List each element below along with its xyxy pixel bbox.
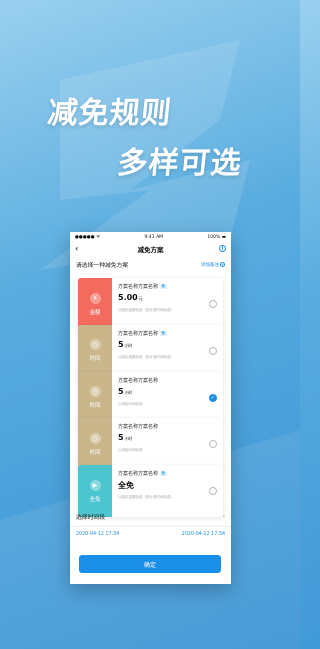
plan-value-number: 5 (118, 433, 124, 443)
plan-value-unit: 小时 (124, 436, 133, 442)
section-prompt: 请选择一种减免方案 (76, 263, 129, 269)
info-icon[interactable]: i (219, 245, 226, 252)
radio-unchecked-icon[interactable] (209, 487, 217, 496)
plan-value-unit: 元 (138, 296, 143, 301)
plan-card[interactable]: ¥ 金额 方案名称方案名称备 5.00元以固定金额收费（按计费时间收费） (78, 278, 223, 330)
plan-note: 以固定金额收费（按计费时间收费） (118, 495, 174, 500)
signal-indicator: ●●●●● ᯤ (75, 235, 101, 240)
plan-badge: 备 (160, 284, 167, 289)
plan-card[interactable]: ◷ 时间 方案名称方案名称备 5小时以固定金额收费（按计费时间收费） (78, 324, 223, 377)
plan-type-tile: ¥ 金额 (78, 278, 112, 330)
nav-bar: ‹ 减免方案 i (70, 242, 231, 256)
plan-type-label: 时间 (89, 356, 101, 363)
app-screen: { "promo": { "line1": "减免规则", "line2": "… (0, 0, 300, 649)
phone-frame: ●●●●● ᯤ 9:41 AM 100% ▬ ‹ 减免方案 i 请选择一种减免方… (70, 232, 231, 584)
plan-name: 方案名称方案名称备 (118, 470, 167, 477)
page-title: 减免方案 (137, 246, 164, 254)
add-note-button[interactable]: 添加备注 + (201, 262, 225, 268)
radio-checked-icon[interactable]: ✓ (209, 393, 217, 402)
plan-name-text: 方案名称方案名称 (118, 471, 159, 478)
clock-icon: ◷ (89, 339, 101, 351)
battery-indicator: 100% ▬ (207, 234, 226, 240)
plan-note: 以固定金额收费（按计费时间收费） (118, 308, 174, 312)
plan-value-number: 5.00 (118, 293, 138, 302)
radio-unchecked-icon[interactable] (209, 346, 217, 355)
yuan-icon: ¥ (89, 292, 101, 304)
plan-type-label: 时间 (89, 449, 101, 456)
plan-note: 以减免时间收费 (118, 448, 143, 453)
radio-unchecked-icon[interactable] (209, 440, 217, 449)
plan-value-number: 5 (118, 339, 124, 349)
plan-badge: 备 (160, 330, 167, 336)
plan-badge: 备 (160, 471, 167, 477)
promo-headline-1: 减免规则 (45, 96, 174, 131)
status-time: 9:41 AM (144, 234, 164, 240)
plan-type-label: 全免 (89, 496, 101, 503)
plan-name: 方案名称方案名称 (118, 377, 158, 384)
plan-note: 以固定金额收费（按计费时间收费） (118, 354, 174, 359)
plan-value: 5小时 (118, 340, 132, 349)
plan-card[interactable]: ◷ 时间 方案名称方案名称 5小时以减免时间收费 (78, 418, 223, 471)
plan-name-text: 方案名称方案名称 (118, 424, 159, 431)
plan-name: 方案名称方案名称备 (118, 330, 167, 337)
plan-note: 以减免时间收费 (118, 401, 143, 406)
back-icon[interactable]: ‹ (75, 244, 78, 253)
plan-name: 方案名称方案名称备 (118, 283, 167, 290)
section-header: 请选择一种减免方案 添加备注 + (70, 256, 231, 272)
plan-type-tile: ◷ 时间 (78, 418, 112, 471)
radio-unchecked-icon[interactable] (209, 300, 217, 308)
plan-type-label: 金额 (89, 309, 101, 316)
confirm-button[interactable]: 确定 (79, 555, 221, 573)
plan-type-label: 时间 (89, 403, 101, 410)
add-note-label: 添加备注 (201, 262, 219, 268)
plan-type-tile: ◷ 时间 (78, 324, 112, 377)
clock-icon: ◷ (89, 432, 101, 444)
plan-value: 5.00元 (118, 293, 143, 302)
plan-value-number: 全免 (118, 481, 134, 491)
clock-icon: ◷ (89, 386, 101, 398)
chevron-right-icon: › (222, 513, 225, 520)
plan-card[interactable]: ◷ 时间 方案名称方案名称 5小时以减免时间收费 ✓ (78, 371, 223, 424)
end-date[interactable]: 2020-04-12 17:34 (182, 532, 225, 537)
promo-headline-2: 多样可选 (115, 146, 244, 181)
start-date[interactable]: 2020-04-12 17:34 (76, 532, 119, 537)
plus-circle-icon: + (220, 262, 225, 267)
plan-name: 方案名称方案名称 (118, 423, 158, 430)
plan-name-text: 方案名称方案名称 (118, 284, 159, 290)
date-range: 2020-04-12 17:34 2020-04-12 17:34 (70, 532, 231, 537)
free-icon: ▶ (89, 479, 101, 491)
plan-name-text: 方案名称方案名称 (118, 377, 159, 384)
plan-value: 5小时 (118, 433, 132, 442)
time-range-row[interactable]: 选择时间段 › (70, 507, 231, 527)
plan-value-number: 5 (118, 386, 124, 396)
plan-value-unit: 小时 (124, 389, 133, 395)
plan-type-tile: ◷ 时间 (78, 371, 112, 424)
status-bar: ●●●●● ᯤ 9:41 AM 100% ▬ (70, 232, 231, 242)
plan-value: 5小时 (118, 387, 132, 396)
plan-name-text: 方案名称方案名称 (118, 330, 159, 337)
time-range-label: 选择时间段 (76, 515, 105, 521)
plan-value-unit: 小时 (124, 342, 133, 348)
plan-value: 全免 (118, 480, 134, 491)
